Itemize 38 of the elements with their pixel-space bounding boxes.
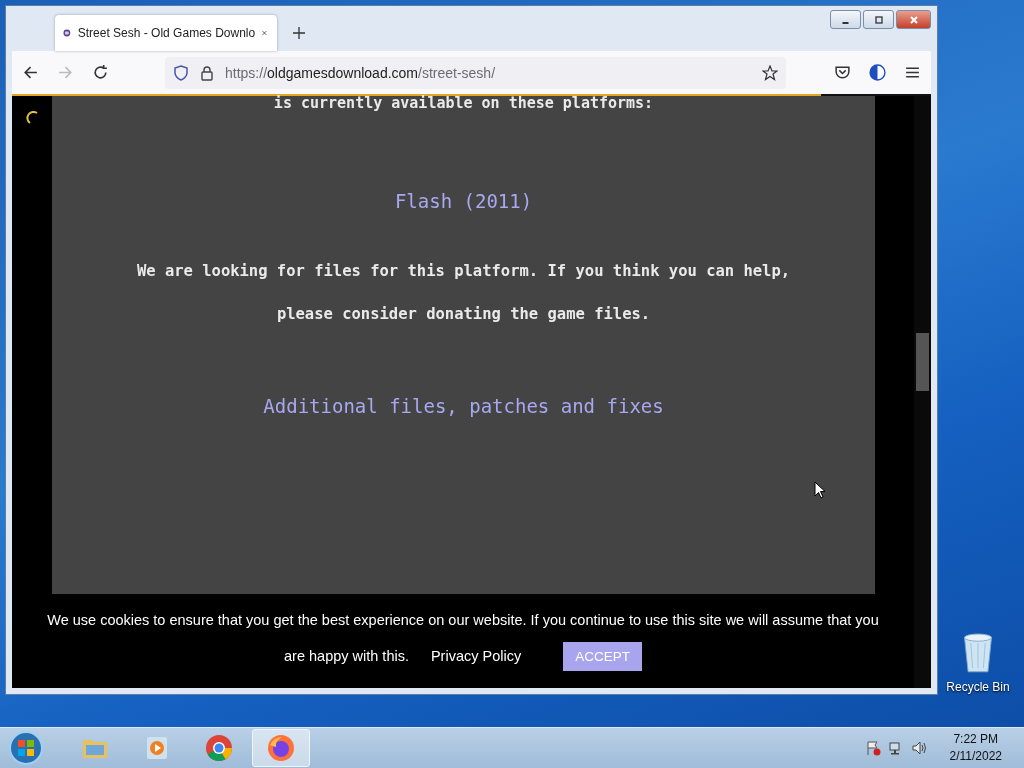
notice-text: We are looking for files for this platform. If you think you can help, [136,262,791,280]
taskbar-app-button[interactable] [252,729,310,767]
address-bar[interactable]: https://oldgamesdownload.com/street-sesh/ [165,56,786,89]
flag-icon[interactable] [864,740,881,756]
minimize-icon [842,21,849,24]
scrollbar[interactable] [914,96,931,688]
cookie-message: are happy with this. [284,648,409,664]
browser-tab[interactable]: Street Sesh - Old Games Downlo [55,15,277,51]
pocket-icon[interactable] [834,64,851,81]
close-button[interactable] [896,10,931,29]
close-icon [908,14,919,25]
cookie-message: We use cookies to ensure that you get the best experience on our website. If you continue to use this site we will assume that you [47,611,879,628]
minimize-button[interactable] [830,10,861,29]
section-heading: Additional files, patches and fixes [263,395,664,417]
maximize-button[interactable] [863,10,894,29]
reload-icon[interactable] [92,64,109,81]
account-icon[interactable] [869,64,886,81]
notice-text: please consider donating the game files. [276,305,651,323]
star-icon[interactable] [762,64,778,81]
chrome-icon [204,733,234,763]
maximize-icon [873,14,884,25]
close-icon[interactable] [262,28,267,38]
start-button[interactable] [8,730,44,766]
firefox-icon [266,733,296,763]
clock-time[interactable]: 7:22 PM [953,731,999,748]
scrollbar-thumb[interactable] [916,333,929,391]
platform-name: Flash (2011) [394,190,533,212]
clock-date[interactable]: 2/11/2022 [949,748,1002,765]
shield-icon [173,64,189,81]
platforms-text: is currently available on these platforms: [273,94,654,112]
privacy-policy-link[interactable]: Privacy Policy [430,648,522,664]
url-text: https://oldgamesdownload.com/street-sesh/ [225,64,496,81]
mouse-pointer-icon [814,481,826,499]
speaker-icon[interactable] [910,740,927,756]
desktop-icon-label[interactable]: Recycle Bin [946,680,1010,694]
new-tab-icon[interactable] [293,27,305,39]
lock-icon [199,64,215,81]
back-icon[interactable] [22,64,39,81]
